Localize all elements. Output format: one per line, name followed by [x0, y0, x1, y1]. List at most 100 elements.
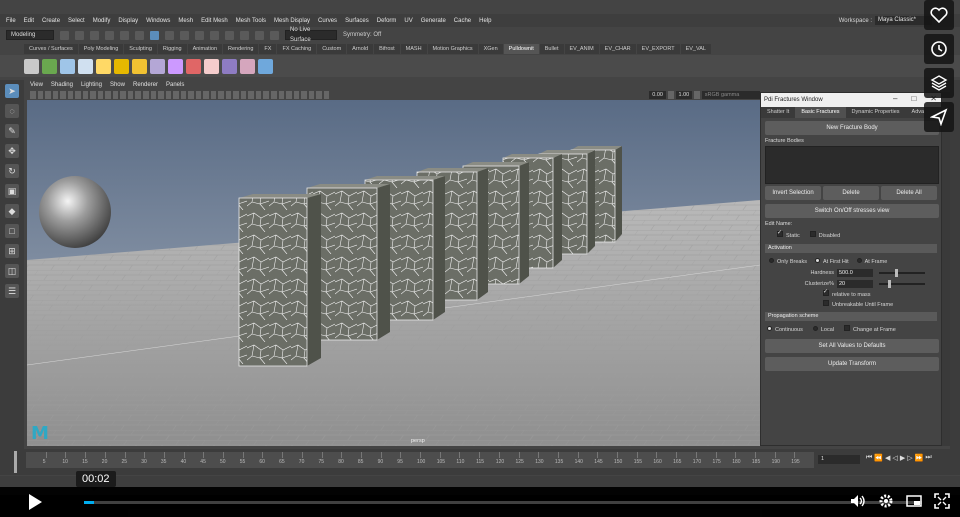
symmetry-label[interactable]: Symmetry: Off [343, 32, 381, 38]
snap-curve-icon[interactable] [225, 30, 234, 40]
shelf-tool-7-icon[interactable] [132, 58, 147, 74]
share-button[interactable] [924, 102, 954, 132]
shelf-tab-poly-modeling[interactable]: Poly Modeling [78, 44, 124, 54]
panel-tool-7-icon[interactable] [278, 90, 285, 99]
select-object-icon[interactable] [150, 30, 159, 40]
delete-all-button[interactable]: Delete All [881, 186, 937, 200]
shelf-tool-8-icon[interactable] [150, 58, 165, 74]
hardness-slider[interactable] [879, 268, 925, 277]
delete-button[interactable]: Delete [823, 186, 879, 200]
gamma-field[interactable]: 1.00 [675, 90, 693, 99]
shelf-tool-3-icon[interactable] [60, 58, 75, 74]
panel-tool-4-icon[interactable] [301, 90, 307, 99]
go-to-end-icon[interactable]: ⏭ [925, 454, 931, 462]
panel-tool-3-icon[interactable] [308, 90, 315, 99]
panel-tool-23-icon[interactable] [158, 90, 164, 99]
panel-tool-17-icon[interactable] [203, 90, 209, 99]
panel-tool-11-icon[interactable] [248, 90, 254, 99]
panel-tool-31-icon[interactable] [97, 90, 104, 99]
fractures-tab-dynamic-properties[interactable]: Dynamic Properties [846, 107, 906, 118]
panel-menu-view[interactable]: View [30, 82, 43, 88]
panel-tool-15-icon[interactable] [218, 90, 224, 99]
shelf-tab-ev-export[interactable]: EV_EXPORT [636, 44, 680, 54]
shelf-tool-10-icon[interactable] [186, 58, 201, 74]
menu-select[interactable]: Select [68, 18, 85, 24]
shelf-tab-bifrost[interactable]: Bifrost [374, 44, 400, 54]
step-forward-icon[interactable]: ▷ [907, 454, 912, 462]
panel-tool-36-icon[interactable] [60, 90, 66, 99]
fractures-window-titlebar[interactable]: Pdi Fractures Window – □ ✕ [761, 93, 941, 107]
paint-select-icon[interactable]: ✎ [5, 124, 19, 138]
relative-to-mass-row[interactable]: relative to mass [765, 288, 937, 299]
shelf-tab-ev-anim[interactable]: EV_ANIM [564, 44, 599, 54]
like-button[interactable] [924, 0, 954, 30]
shelf-tab-fx-caching[interactable]: FX Caching [277, 44, 317, 54]
panel-tool-35-icon[interactable] [67, 90, 74, 99]
menu-generate[interactable]: Generate [421, 18, 446, 24]
shelf-tool-2-icon[interactable] [42, 58, 57, 74]
view-transform-dropdown[interactable]: sRGB gamma [701, 90, 761, 99]
shelf-tab-arnold[interactable]: Arnold [347, 44, 374, 54]
lasso-tool-icon[interactable]: ◌ [5, 104, 19, 118]
side-tabs-strip[interactable] [950, 80, 960, 450]
panel-tool-1-icon[interactable] [323, 90, 330, 99]
color-management-icon[interactable] [694, 90, 700, 99]
step-back-icon[interactable]: ◀ [885, 454, 890, 462]
save-scene-icon[interactable] [90, 30, 99, 40]
select-by-type-icon[interactable] [180, 30, 189, 40]
panel-tool-12-icon[interactable] [240, 90, 247, 99]
play-button[interactable] [27, 493, 43, 513]
shelf-tool-6-icon[interactable] [114, 58, 129, 74]
clusterize-slider[interactable] [879, 279, 925, 288]
panel-tool-37-icon[interactable] [52, 90, 59, 99]
panel-tool-27-icon[interactable] [127, 90, 134, 99]
menu-help[interactable]: Help [479, 18, 491, 24]
panel-menu-shading[interactable]: Shading [51, 82, 73, 88]
picture-in-picture-icon[interactable] [906, 493, 922, 509]
panel-tool-32-icon[interactable] [90, 90, 96, 99]
select-tool-icon[interactable]: ➤ [5, 84, 19, 98]
shelf-tab-ev-val[interactable]: EV_VAL [680, 44, 711, 54]
shelf-tool-12-icon[interactable] [222, 58, 237, 74]
menu-deform[interactable]: Deform [377, 18, 397, 24]
at-first-hit-radio[interactable]: At First Hit [814, 257, 849, 265]
panel-tool-18-icon[interactable] [195, 90, 202, 99]
step-back-key-icon[interactable]: ⏪ [874, 454, 883, 462]
shelf-tool-13-icon[interactable] [240, 58, 255, 74]
snap-grid-icon[interactable] [210, 30, 219, 40]
panel-tool-9-icon[interactable] [263, 90, 269, 99]
menu-mesh-tools[interactable]: Mesh Tools [236, 18, 266, 24]
undo-icon[interactable] [105, 30, 114, 40]
change-at-frame-checkbox[interactable]: Change at Frame [843, 325, 896, 333]
panel-tool-10-icon[interactable] [255, 90, 262, 99]
step-forward-key-icon[interactable]: ⏩ [915, 454, 924, 462]
fullscreen-icon[interactable] [934, 493, 950, 509]
menu-windows[interactable]: Windows [146, 18, 170, 24]
fractures-tab-shatter-it[interactable]: Shatter It [761, 107, 795, 118]
snap-view-plane-icon[interactable] [255, 30, 264, 40]
panel-tool-14-icon[interactable] [225, 90, 232, 99]
panel-menu-renderer[interactable]: Renderer [133, 82, 158, 88]
gamma-icon[interactable] [667, 90, 674, 99]
menu-curves[interactable]: Curves [318, 18, 337, 24]
shelf-tab-xgen[interactable]: XGen [478, 44, 503, 54]
panel-tool-8-icon[interactable] [271, 90, 277, 99]
go-to-start-icon[interactable]: ⏮ [866, 454, 872, 462]
time-slider-track[interactable]: 5 10 15 20 25 30 35 40 45 50 55 60 65 70 75 80 85 90 95 100… [26, 452, 814, 468]
redo-icon[interactable] [120, 30, 129, 40]
play-backwards-icon[interactable]: ◁ [892, 454, 897, 462]
shelf-tab-pulldownit[interactable]: Pulldownit [503, 44, 539, 54]
volume-icon[interactable] [850, 493, 866, 509]
shelf-tab-fx[interactable]: FX [259, 44, 277, 54]
exposure-field[interactable]: 0.00 [649, 90, 666, 99]
fractures-scrollbar[interactable] [942, 92, 950, 446]
invert-selection-button[interactable]: Invert Selection [765, 186, 821, 200]
watch-later-button[interactable] [924, 34, 954, 64]
shelf-tool-4-icon[interactable] [78, 58, 93, 74]
shelf-tool-14-icon[interactable] [258, 58, 273, 74]
panel-tool-34-icon[interactable] [75, 90, 81, 99]
move-tool-icon[interactable]: ✥ [5, 144, 19, 158]
video-progress-bar[interactable] [84, 501, 922, 504]
panel-tool-19-icon[interactable] [188, 90, 194, 99]
four-layout-icon[interactable]: ⊞ [5, 244, 19, 258]
